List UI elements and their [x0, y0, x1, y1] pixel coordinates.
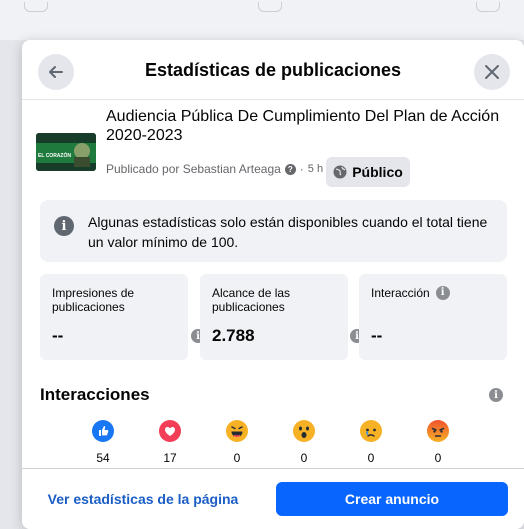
laughing-face-icon	[226, 420, 248, 442]
stat-label-row: Interacción i	[371, 286, 450, 300]
reaction-love: 17	[150, 420, 190, 465]
info-icon[interactable]: i	[435, 286, 450, 300]
reaction-count: 0	[434, 451, 442, 465]
dialog-footer: Ver estadísticas de la página Crear anun…	[22, 468, 524, 529]
meta-separator: ·	[299, 162, 304, 176]
info-icon: i	[54, 216, 74, 236]
published-by-label: Publicado por Sebastian Arteaga	[106, 162, 281, 176]
like-icon	[92, 420, 114, 442]
background-icon	[24, 2, 48, 12]
create-ad-button[interactable]: Crear anuncio	[276, 482, 508, 516]
reaction-haha: 0	[217, 420, 257, 465]
reaction-count: 0	[233, 451, 241, 465]
help-icon[interactable]: ?	[284, 163, 296, 175]
post-title: Audiencia Pública De Cumplimiento Del Pl…	[106, 108, 500, 144]
audience-button[interactable]: Público	[326, 157, 410, 187]
info-icon[interactable]: i	[489, 388, 503, 402]
dialog-title: Estadísticas de publicaciones	[144, 60, 402, 80]
reaction-count: 0	[367, 451, 375, 465]
stat-card-impressions: Impresiones de publicaciones --	[40, 274, 188, 360]
audience-label: Público	[352, 164, 403, 180]
post-time[interactable]: 5 h	[308, 163, 323, 175]
post-thumbnail[interactable]: EL CORAZÓN	[36, 133, 96, 171]
heart-icon	[159, 420, 181, 442]
stat-card-engagement: Interacción i --	[359, 274, 507, 360]
sad-face-icon	[360, 420, 382, 442]
background-icon	[476, 2, 500, 12]
dialog-header: Estadísticas de publicaciones	[22, 40, 524, 100]
reaction-count: 54	[96, 451, 110, 465]
notice-text: Algunas estadísticas solo están disponib…	[88, 214, 488, 250]
reaction-count: 0	[300, 451, 308, 465]
post-meta: Publicado por Sebastian Arteaga ? · 5 h …	[106, 162, 331, 176]
background-toolbar	[0, 0, 524, 40]
angry-face-icon	[427, 420, 449, 442]
reaction-wow: 0	[284, 420, 324, 465]
close-icon	[485, 65, 499, 79]
back-button[interactable]	[38, 54, 74, 90]
stat-label: Impresiones de publicaciones	[52, 286, 135, 314]
thumbnail-image: EL CORAZÓN	[36, 133, 96, 171]
stat-card-reach: Alcance de las publicaciones 2.788	[200, 274, 348, 360]
stat-label: Interacción	[371, 286, 430, 300]
stat-value: 2.788	[212, 326, 255, 345]
post-insights-dialog: Estadísticas de publicaciones EL CORAZÓN…	[22, 40, 524, 529]
reaction-count: 17	[163, 451, 177, 465]
thumbnail-logo-text: EL CORAZÓN	[38, 151, 71, 159]
stat-label: Alcance de las publicaciones	[212, 286, 291, 314]
stat-value: --	[52, 326, 64, 345]
close-button[interactable]	[474, 54, 510, 90]
surprised-face-icon	[293, 420, 315, 442]
background-icon	[258, 2, 282, 12]
minimum-value-notice: i Algunas estadísticas solo están dispon…	[40, 200, 507, 262]
stat-value: --	[371, 326, 383, 345]
view-page-insights-button[interactable]: Ver estadísticas de la página	[38, 482, 248, 516]
reaction-like: 54	[83, 420, 123, 465]
reaction-angry: 0	[418, 420, 458, 465]
reaction-sad: 0	[351, 420, 391, 465]
globe-icon	[333, 165, 347, 179]
reactions-title: Interacciones	[40, 385, 150, 404]
arrow-left-icon	[49, 66, 63, 78]
